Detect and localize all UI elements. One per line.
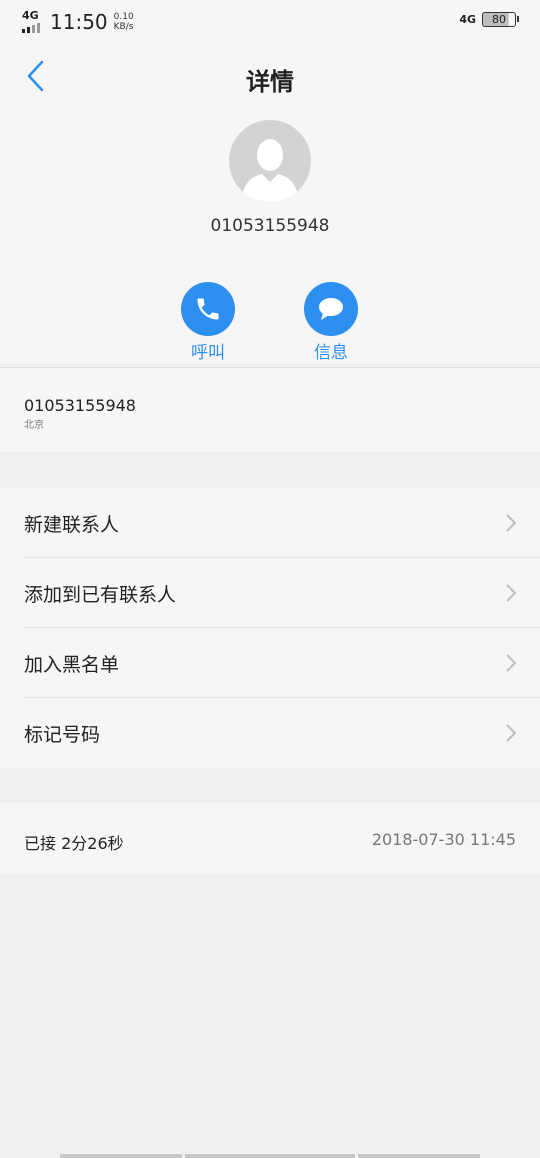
nav-hint-right[interactable] [358,1154,480,1158]
menu-item-label: 添加到已有联系人 [24,584,177,606]
menu-item-label: 标记号码 [24,724,101,746]
signal-bars-icon [22,23,44,33]
menu-item-new-contact[interactable]: 新建联系人 [24,488,540,558]
call-log-row: 已接 2分26秒 2018-07-30 11:45 [0,803,540,874]
status-left: 4G 11:50 0.10 KB/s [22,10,134,34]
contact-number: 01053155948 [210,216,330,236]
network-speed: 0.10 KB/s [114,12,134,32]
network-type-right: 4G [459,13,476,26]
status-bar: 4G 11:50 0.10 KB/s 4G 80 [0,0,540,44]
menu-item-mark-number[interactable]: 标记号码 [24,698,540,768]
call-datetime: 2018-07-30 11:45 [371,830,516,849]
network-speed-unit: KB/s [113,22,134,32]
message-button[interactable]: 信息 [291,282,371,363]
call-button[interactable]: 呼叫 [168,282,248,363]
message-label: 信息 [314,343,348,363]
number-row[interactable]: 01053155948 北京 [0,367,540,452]
avatar [229,120,311,202]
battery-level: 80 [492,13,506,26]
call-circle [181,282,235,336]
message-circle [304,282,358,336]
network-type-left: 4G [22,9,39,22]
chevron-right-icon [506,514,517,532]
status-right: 4G 80 [459,12,519,27]
chevron-right-icon [506,584,517,602]
signal-indicator: 4G [22,9,44,33]
clock: 11:50 [50,10,108,34]
menu-item-label: 新建联系人 [24,514,120,536]
chevron-right-icon [506,654,517,672]
contact-header: 详情 01053155948 呼叫 信息 [0,44,540,364]
call-label: 呼叫 [191,343,225,363]
menu-item-blacklist[interactable]: 加入黑名单 [24,628,540,698]
nav-hint-center[interactable] [185,1154,355,1158]
number-row-number: 01053155948 [24,396,136,415]
person-silhouette-icon [241,139,299,202]
menu-item-add-to-contact[interactable]: 添加到已有联系人 [24,558,540,628]
nav-hint-left[interactable] [60,1154,182,1158]
battery-icon: 80 [482,12,519,27]
chevron-right-icon [506,724,517,742]
network-speed-value: 0.10 [113,12,134,22]
menu-item-label: 加入黑名单 [24,654,120,676]
number-row-location: 北京 [24,420,44,431]
call-status: 已接 2分26秒 [24,834,124,853]
phone-icon [197,298,219,320]
message-icon [319,298,343,320]
page-title: 详情 [246,68,294,96]
action-menu: 新建联系人 添加到已有联系人 加入黑名单 标记号码 [0,488,540,768]
